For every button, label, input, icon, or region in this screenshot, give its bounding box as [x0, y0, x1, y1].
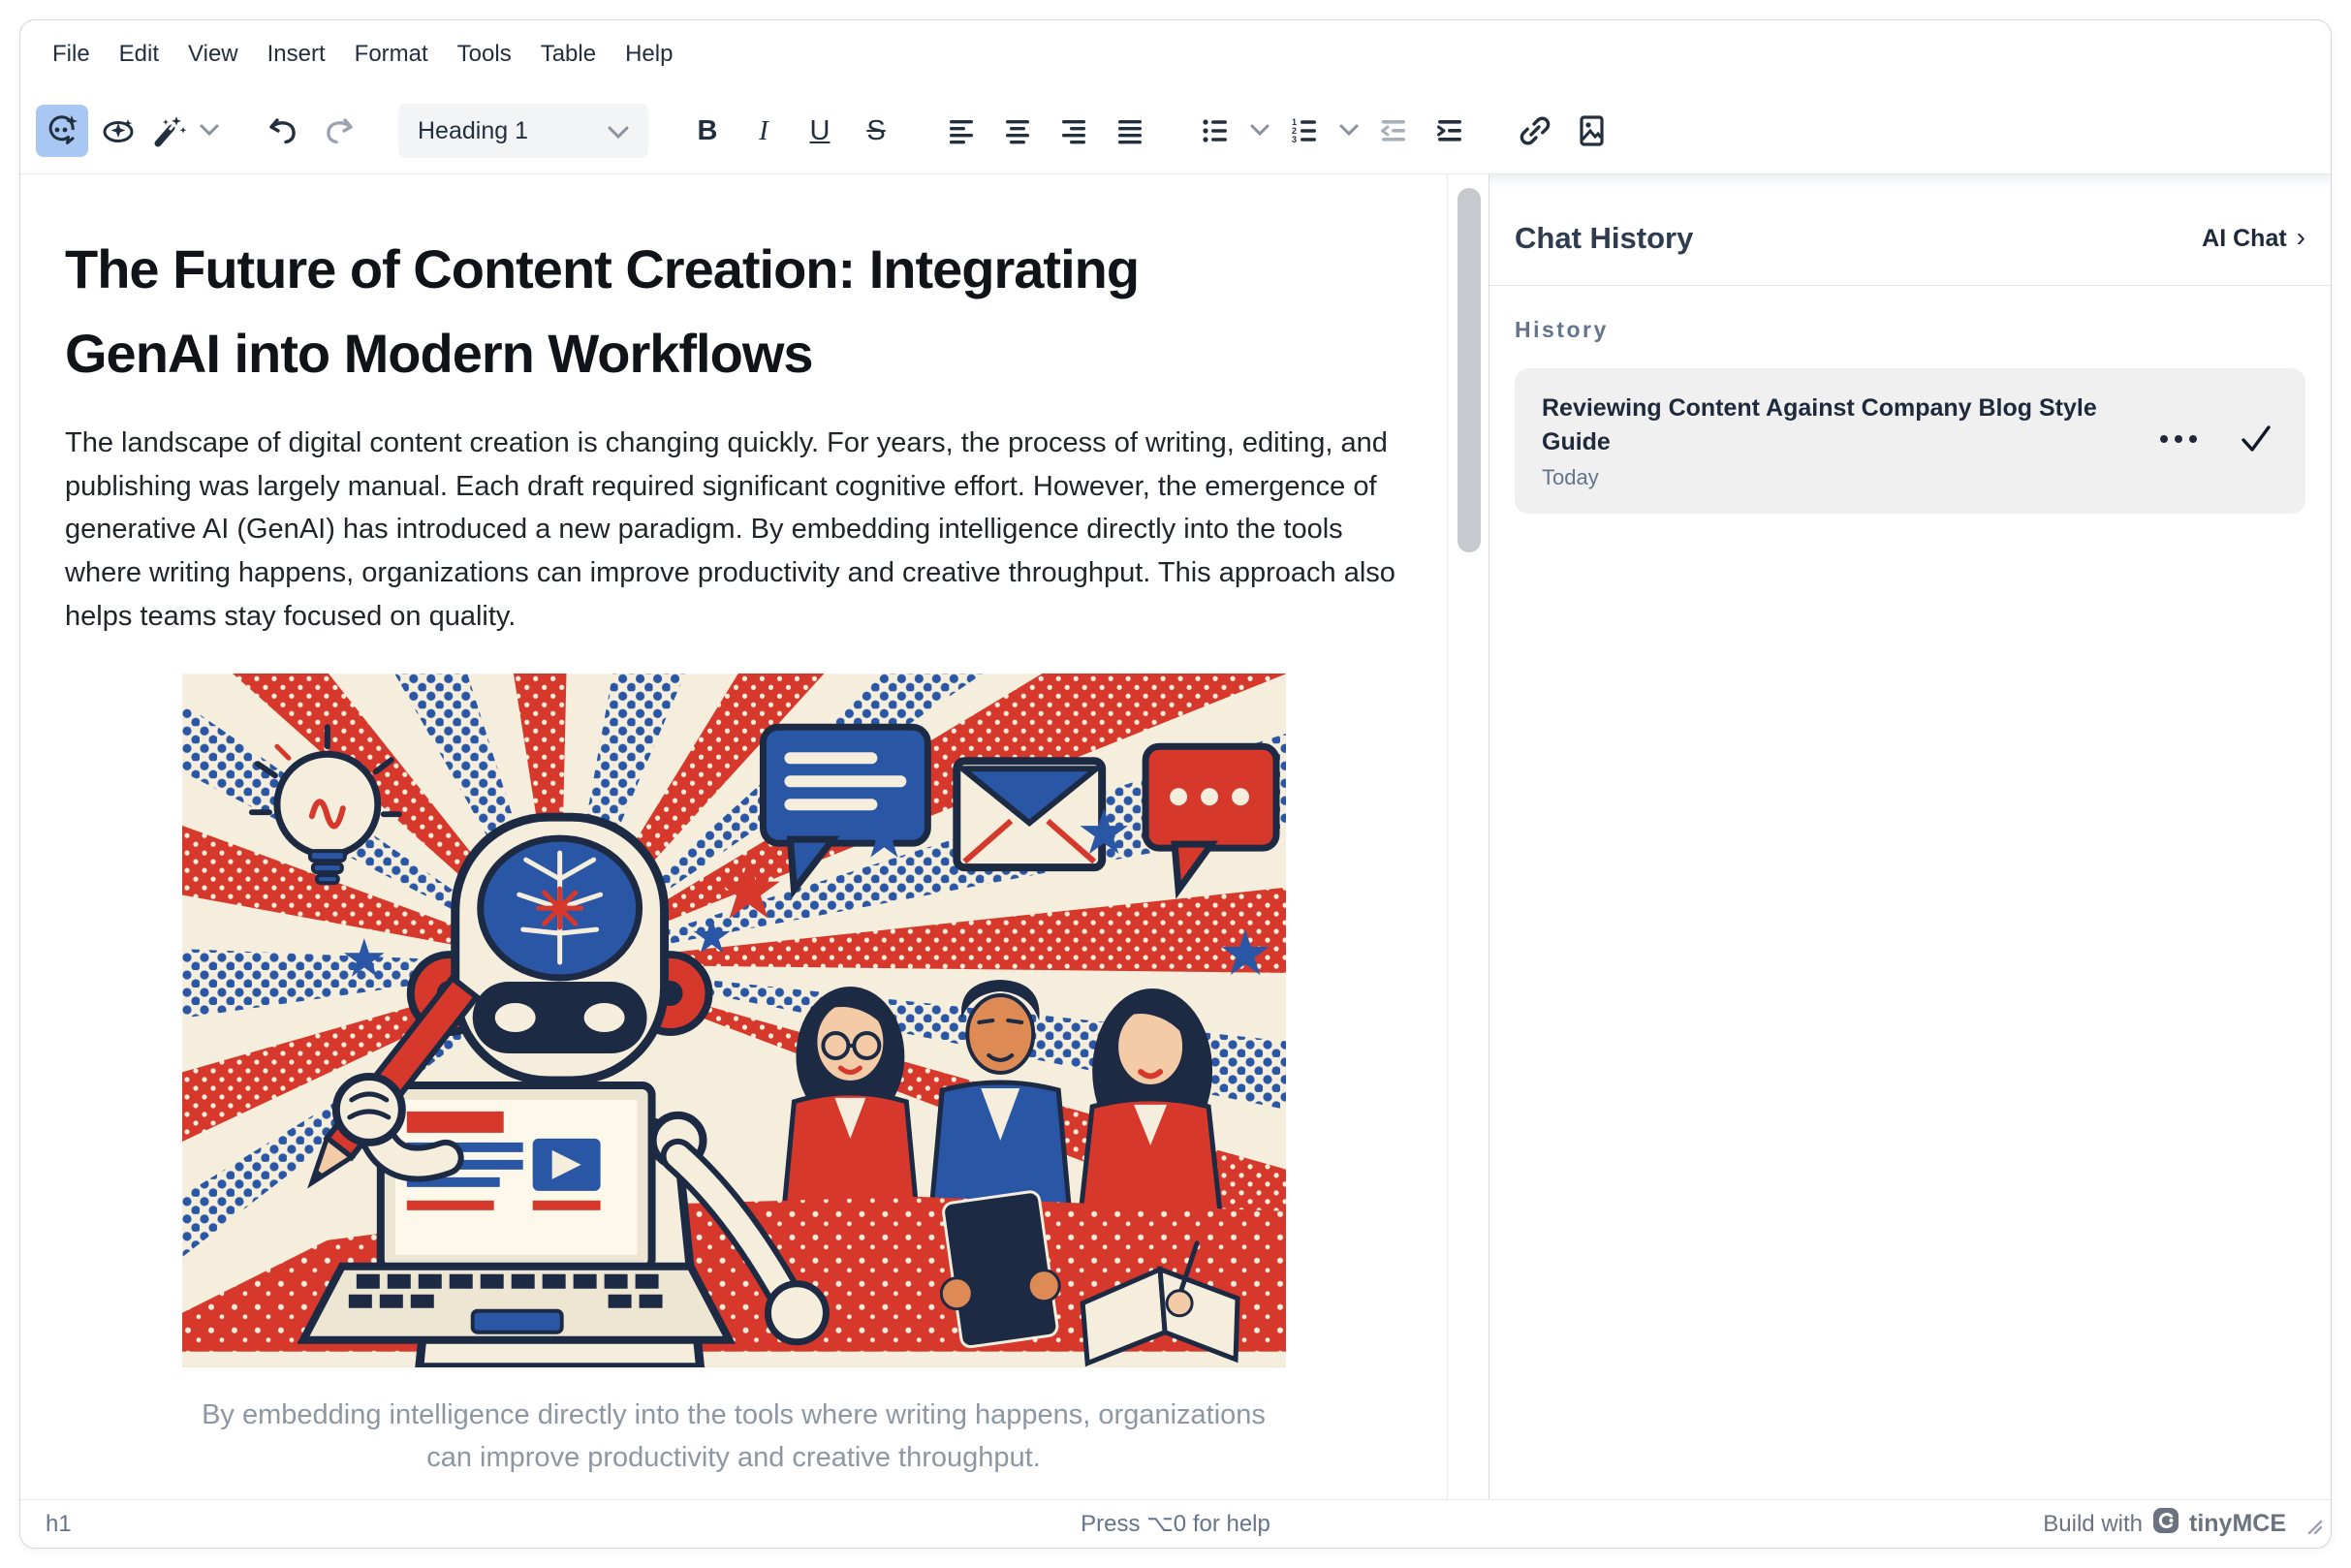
- menu-bar: File Edit View Insert Format Tools Table…: [20, 20, 2331, 88]
- check-icon[interactable]: [2240, 424, 2273, 458]
- indent-button[interactable]: [1424, 105, 1476, 157]
- align-justify-icon: [1113, 114, 1146, 147]
- ai-shortcuts-chevron[interactable]: [195, 105, 224, 157]
- chat-item-title: Reviewing Content Against Company Blog S…: [1542, 392, 2123, 459]
- help-shortcut-text: Press ⌥0 for help: [1081, 1510, 1270, 1538]
- outdent-icon: [1377, 114, 1410, 147]
- more-options-icon[interactable]: [2158, 432, 2199, 450]
- underline-button[interactable]: U: [794, 105, 846, 157]
- scrollbar-thumb[interactable]: [1458, 188, 1481, 552]
- chat-history-panel: Chat History AI Chat › History Reviewing…: [1489, 174, 2331, 1499]
- chevron-down-icon: [200, 124, 219, 139]
- document-heading: The Future of Content Creation: Integrat…: [65, 228, 1402, 396]
- editor-content[interactable]: The Future of Content Creation: Integrat…: [20, 174, 1447, 1499]
- redo-button[interactable]: [313, 105, 365, 157]
- branding-prefix: Build with: [2043, 1511, 2143, 1538]
- image-button[interactable]: [1565, 105, 1617, 157]
- panel-divider: [1489, 285, 2331, 286]
- undo-button[interactable]: [257, 105, 309, 157]
- heading-line-1: The Future of Content Creation: Integrat…: [65, 228, 1402, 312]
- ai-shortcuts-button[interactable]: [148, 105, 191, 157]
- panel-title: Chat History: [1515, 221, 1693, 256]
- numbered-list-button[interactable]: 123: [1278, 105, 1331, 157]
- bold-icon: B: [698, 115, 718, 147]
- strikethrough-icon: S: [866, 115, 885, 147]
- outdent-button[interactable]: [1367, 105, 1420, 157]
- status-bar: h1 Press ⌥0 for help Build with tinyMCE: [20, 1499, 2331, 1548]
- magic-wand-icon: [152, 113, 187, 148]
- heading-line-2: GenAI into Modern Workflows: [65, 312, 1402, 396]
- align-justify-button[interactable]: [1104, 105, 1156, 157]
- chevron-down-icon: [608, 117, 629, 145]
- ai-chat-link-label: AI Chat: [2202, 225, 2287, 253]
- ai-review-button[interactable]: [92, 105, 144, 157]
- bullet-list-button[interactable]: [1189, 105, 1241, 157]
- menu-edit[interactable]: Edit: [105, 33, 173, 76]
- chat-history-header: Chat History AI Chat ›: [1515, 174, 2305, 256]
- align-center-button[interactable]: [991, 105, 1044, 157]
- numbered-list-chevron[interactable]: [1334, 105, 1364, 157]
- chevron-right-icon: ›: [2297, 224, 2305, 251]
- block-format-select[interactable]: Heading 1: [398, 104, 648, 158]
- menu-tools[interactable]: Tools: [443, 33, 526, 76]
- bullet-list-chevron[interactable]: [1245, 105, 1274, 157]
- undo-icon: [266, 113, 300, 148]
- chat-item-actions: [2158, 424, 2278, 458]
- redo-icon: [322, 113, 357, 148]
- align-right-icon: [1057, 114, 1090, 147]
- chevron-down-icon: [1250, 124, 1270, 139]
- ai-review-icon: [101, 113, 136, 148]
- branding-name: tinyMCE: [2189, 1510, 2286, 1538]
- chat-history-item[interactable]: Reviewing Content Against Company Blog S…: [1515, 368, 2305, 514]
- history-section-label: History: [1515, 317, 2305, 343]
- align-left-icon: [945, 114, 978, 147]
- bullet-list-icon: [1199, 114, 1232, 147]
- menu-file[interactable]: File: [38, 33, 105, 76]
- editor-scrollbar[interactable]: [1447, 174, 1489, 1499]
- block-format-value: Heading 1: [418, 117, 528, 145]
- document-paragraph: The landscape of digital content creatio…: [65, 422, 1402, 640]
- italic-icon: I: [759, 115, 768, 147]
- ai-chat-button[interactable]: [36, 105, 88, 157]
- bold-button[interactable]: B: [681, 105, 734, 157]
- align-center-icon: [1001, 114, 1034, 147]
- menu-insert[interactable]: Insert: [253, 33, 340, 76]
- toolbar: Heading 1 B I U S: [20, 88, 2331, 173]
- editor-window: File Edit View Insert Format Tools Table…: [19, 19, 2332, 1549]
- element-path[interactable]: h1: [46, 1511, 72, 1538]
- align-left-button[interactable]: [935, 105, 987, 157]
- underline-icon: U: [810, 115, 831, 147]
- strikethrough-button[interactable]: S: [850, 105, 902, 157]
- image-caption: By embedding intelligence directly into …: [182, 1395, 1286, 1479]
- menu-table[interactable]: Table: [526, 33, 611, 76]
- link-button[interactable]: [1509, 105, 1561, 157]
- align-right-button[interactable]: [1048, 105, 1100, 157]
- document-illustration[interactable]: By embedding intelligence directly into …: [182, 674, 1286, 1479]
- menu-format[interactable]: Format: [340, 33, 443, 76]
- chevron-down-icon: [1339, 124, 1359, 139]
- menu-help[interactable]: Help: [611, 33, 687, 76]
- tinymce-logo-icon: [2152, 1507, 2179, 1541]
- chat-item-date: Today: [1542, 465, 2139, 490]
- main-area: The Future of Content Creation: Integrat…: [20, 173, 2331, 1499]
- link-icon: [1518, 113, 1552, 148]
- indent-icon: [1433, 114, 1466, 147]
- image-icon: [1574, 113, 1609, 148]
- resize-handle-icon[interactable]: [2304, 1516, 2323, 1540]
- menu-view[interactable]: View: [173, 33, 253, 76]
- italic-button[interactable]: I: [737, 105, 790, 157]
- chat-item-text: Reviewing Content Against Company Blog S…: [1542, 392, 2158, 490]
- branding[interactable]: Build with tinyMCE: [2043, 1507, 2305, 1541]
- ai-chat-link[interactable]: AI Chat ›: [2202, 225, 2305, 253]
- numbered-list-icon: 123: [1288, 114, 1321, 147]
- ai-chat-icon: [45, 113, 79, 148]
- svg-text:3: 3: [1292, 135, 1297, 144]
